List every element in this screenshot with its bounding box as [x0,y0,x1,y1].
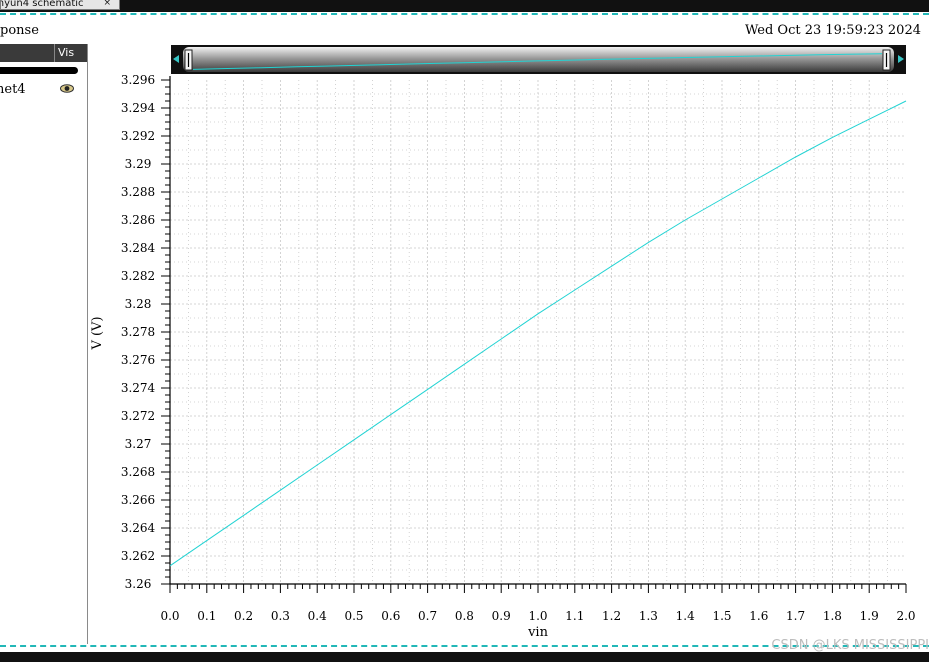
y-tick-label: 3.274 [121,381,156,395]
y-axis-title: V (V) [90,316,105,350]
y-tick-label: 3.296 [121,73,155,87]
x-tick-label: 0.5 [344,609,363,623]
y-tick-label: 3.28 [125,297,152,311]
x-axis-title: vin [527,625,549,640]
x-tick-label: 1.4 [676,609,695,623]
x-tick-label: 0.2 [234,609,253,623]
x-tick-label: 0.6 [381,609,400,623]
x-tick-label: 1.6 [749,609,768,623]
y-tick-label: 3.262 [121,549,155,563]
x-tick-label: 0.8 [455,609,474,623]
x-tick-label: 1.2 [602,609,621,623]
y-tick-label: 3.282 [121,269,155,283]
x-tick-label: 0.9 [492,609,511,623]
y-tick-label: 3.294 [121,101,156,115]
x-tick-label: 1.8 [823,609,842,623]
x-tick-label: 1.7 [786,609,805,623]
x-tick-label: 1.0 [528,609,547,623]
x-tick-label: 0.3 [271,609,290,623]
x-tick-label: 0.0 [160,609,179,623]
x-tick-label: 0.1 [197,609,216,623]
x-tick-label: 1.9 [860,609,879,623]
y-tick-label: 3.26 [125,577,152,591]
y-tick-label: 3.264 [121,521,156,535]
y-tick-label: 3.288 [121,185,155,199]
y-tick-label: 3.292 [121,129,155,143]
scrollbar-thumb[interactable] [183,47,894,72]
x-tick-label: 1.5 [712,609,731,623]
zoom-scrollbar[interactable] [171,45,906,74]
x-tick-label: 0.4 [308,609,327,623]
watermark-text: CSDN @LKS MISSISSIPPI [771,638,929,653]
x-tick-label: 1.1 [565,609,584,623]
y-tick-label: 3.29 [125,157,152,171]
x-tick-label: 2.0 [896,609,915,623]
y-tick-label: 3.268 [121,465,155,479]
y-tick-label: 3.286 [121,213,155,227]
x-tick-label: 1.3 [639,609,658,623]
y-tick-label: 3.284 [121,241,156,255]
x-axis-ticks: 0.0 0.1 0.2 0.3 0.4 0.5 0.6 0.7 0.8 0.9 1.0 1.1 1.2 1… [160,584,916,623]
y-tick-label: 3.276 [121,353,155,367]
y-tick-label: 3.278 [121,325,155,339]
y-tick-label: 3.272 [121,409,155,423]
y-tick-label: 3.27 [125,437,152,451]
x-tick-label: 0.7 [418,609,437,623]
y-axis-ticks: 3.26 3.262 3.264 3.266 3.268 3.27 3.272 3.274 3.… [121,73,170,591]
bottom-bar [0,652,929,662]
waveform-chart[interactable]: 0.0 0.1 0.2 0.3 0.4 0.5 0.6 0.7 0.8 0.9 1.0 1.1 1.2 1… [0,0,929,662]
y-tick-label: 3.266 [121,493,155,507]
grid-lines [170,80,906,584]
